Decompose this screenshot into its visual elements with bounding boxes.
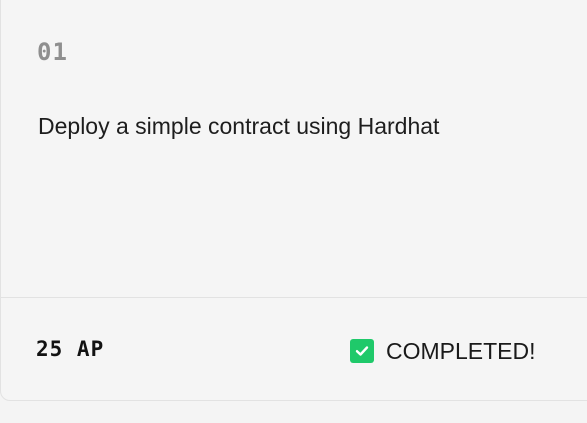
task-card: 01 Deploy a simple contract using Hardha… [0,0,587,401]
task-title: Deploy a simple contract using Hardhat [38,113,440,139]
check-icon [350,339,374,363]
card-divider [1,297,587,298]
task-number: 01 [37,38,68,66]
status-label: COMPLETED! [386,337,536,364]
reward-points: 25 AP [36,337,105,361]
completion-status: COMPLETED! [350,339,536,363]
